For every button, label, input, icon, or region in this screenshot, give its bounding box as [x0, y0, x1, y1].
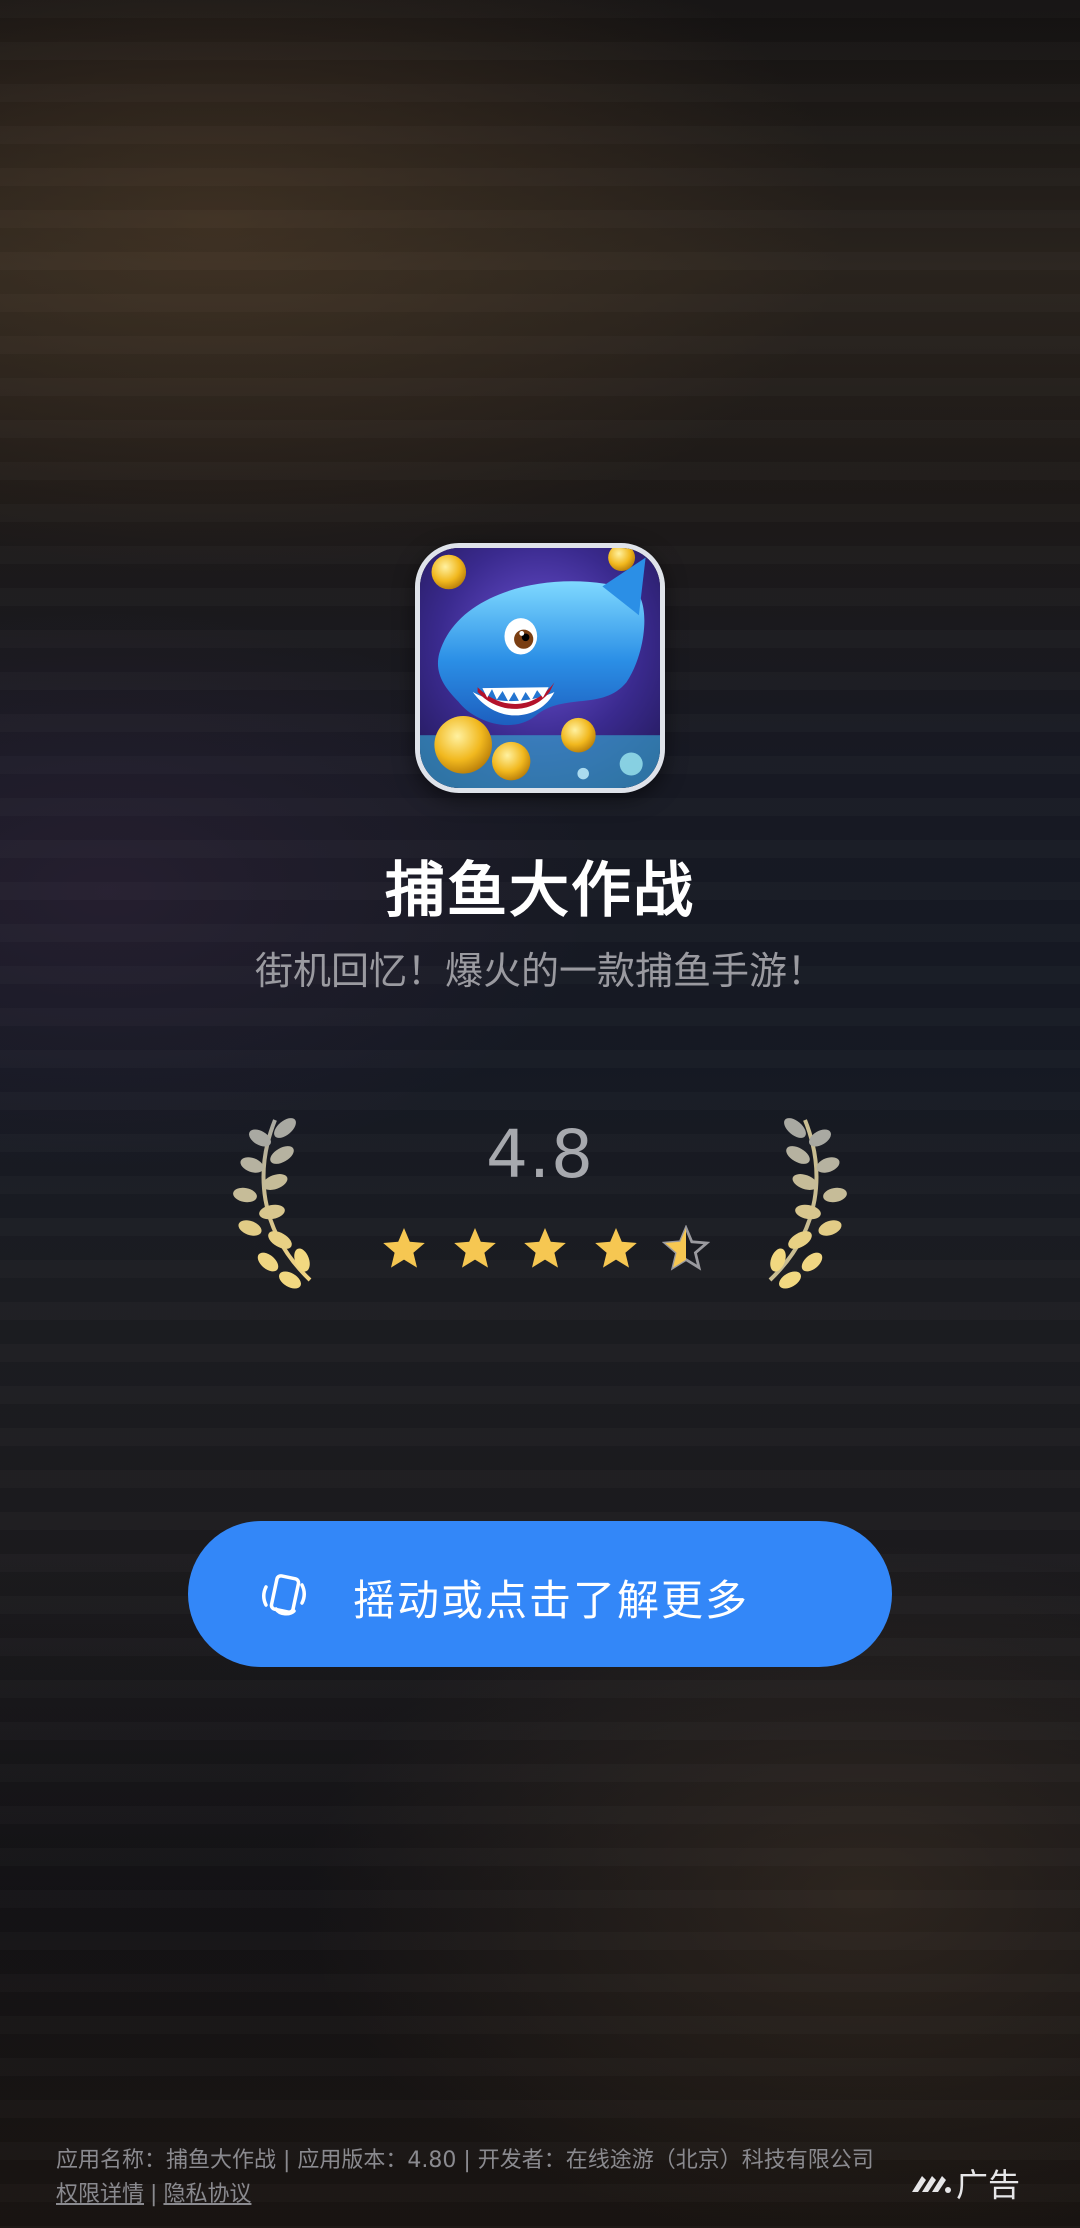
ad-logo-icon [911, 2176, 951, 2193]
shake-phone-icon [262, 1574, 306, 1616]
app-info-text: 应用名称：捕鱼大作战 | 应用版本：4.80 | 开发者：在线途游（北京）科技有… [56, 2148, 874, 2173]
ad-label: 广告 [955, 2166, 1020, 2204]
star-full-icon [594, 1228, 637, 1268]
shark-game-icon [420, 548, 660, 788]
learn-more-label: 摇动或点击了解更多 [353, 1576, 750, 1625]
rating-value: 4.8 [486, 1116, 594, 1193]
app-subtitle: 街机回忆！爆火的一款捕鱼手游！ [254, 949, 825, 993]
star-full-icon [524, 1228, 566, 1268]
privacy-link[interactable]: 隐私协议 [163, 2182, 251, 2207]
footer-separator: | [150, 2182, 158, 2207]
star-half-icon [662, 1225, 710, 1271]
learn-more-button[interactable]: 摇动或点击了解更多 [188, 1521, 892, 1667]
app-icon[interactable] [415, 543, 665, 793]
ad-badge: 广告 [910, 2160, 1020, 2206]
footer-links: 权限详情 | 隐私协议 [56, 2178, 251, 2212]
star-full-icon [383, 1228, 425, 1268]
star-full-icon [453, 1228, 496, 1268]
permissions-link[interactable]: 权限详情 [56, 2182, 144, 2207]
star-rating [380, 1225, 710, 1275]
rating-section: 4.8 [230, 1100, 850, 1290]
app-title: 捕鱼大作战 [385, 856, 695, 926]
